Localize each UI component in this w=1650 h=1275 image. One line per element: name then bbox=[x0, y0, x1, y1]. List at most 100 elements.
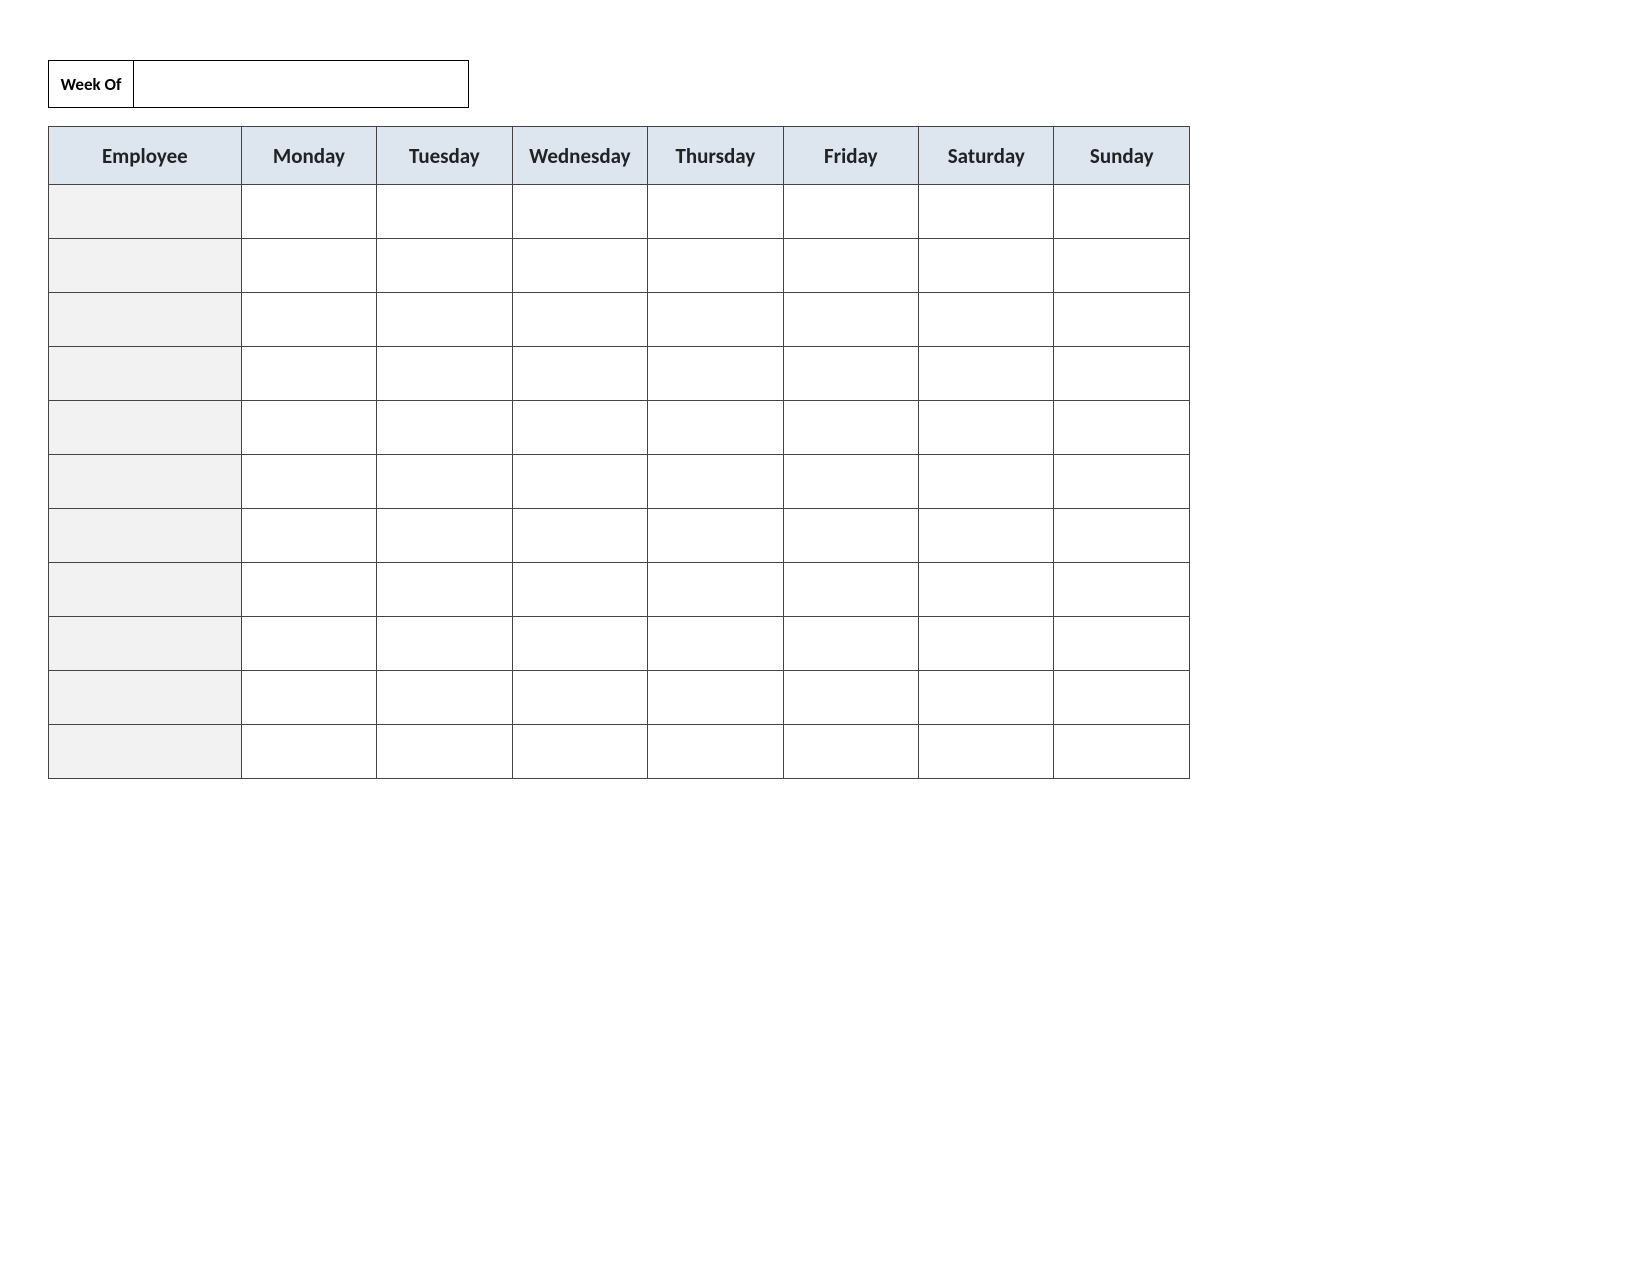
cell-day[interactable] bbox=[919, 347, 1054, 401]
cell-day[interactable] bbox=[241, 347, 376, 401]
cell-day[interactable] bbox=[1054, 617, 1190, 671]
cell-day[interactable] bbox=[648, 617, 783, 671]
cell-day[interactable] bbox=[1054, 239, 1190, 293]
cell-day[interactable] bbox=[783, 563, 918, 617]
week-of-input[interactable] bbox=[134, 60, 469, 108]
cell-day[interactable] bbox=[241, 185, 376, 239]
cell-day[interactable] bbox=[1054, 725, 1190, 779]
cell-day[interactable] bbox=[1054, 671, 1190, 725]
cell-day[interactable] bbox=[648, 671, 783, 725]
cell-day[interactable] bbox=[512, 185, 647, 239]
cell-day[interactable] bbox=[919, 725, 1054, 779]
cell-day[interactable] bbox=[377, 509, 512, 563]
cell-day[interactable] bbox=[919, 455, 1054, 509]
cell-day[interactable] bbox=[377, 563, 512, 617]
cell-day[interactable] bbox=[512, 563, 647, 617]
table-row bbox=[49, 293, 1190, 347]
cell-employee[interactable] bbox=[49, 725, 242, 779]
table-row bbox=[49, 671, 1190, 725]
cell-day[interactable] bbox=[1054, 401, 1190, 455]
cell-employee[interactable] bbox=[49, 401, 242, 455]
cell-day[interactable] bbox=[377, 455, 512, 509]
cell-day[interactable] bbox=[919, 509, 1054, 563]
cell-day[interactable] bbox=[512, 401, 647, 455]
cell-day[interactable] bbox=[648, 401, 783, 455]
cell-day[interactable] bbox=[241, 563, 376, 617]
cell-day[interactable] bbox=[241, 293, 376, 347]
cell-employee[interactable] bbox=[49, 455, 242, 509]
cell-day[interactable] bbox=[919, 617, 1054, 671]
table-row bbox=[49, 509, 1190, 563]
cell-employee[interactable] bbox=[49, 509, 242, 563]
table-row bbox=[49, 455, 1190, 509]
col-sunday: Sunday bbox=[1054, 127, 1190, 185]
cell-day[interactable] bbox=[648, 509, 783, 563]
cell-day[interactable] bbox=[648, 455, 783, 509]
cell-day[interactable] bbox=[783, 455, 918, 509]
cell-day[interactable] bbox=[919, 563, 1054, 617]
cell-day[interactable] bbox=[241, 671, 376, 725]
cell-day[interactable] bbox=[919, 401, 1054, 455]
cell-day[interactable] bbox=[1054, 293, 1190, 347]
cell-day[interactable] bbox=[377, 725, 512, 779]
cell-day[interactable] bbox=[919, 239, 1054, 293]
cell-day[interactable] bbox=[648, 563, 783, 617]
cell-day[interactable] bbox=[1054, 509, 1190, 563]
cell-employee[interactable] bbox=[49, 293, 242, 347]
cell-day[interactable] bbox=[783, 671, 918, 725]
cell-day[interactable] bbox=[783, 617, 918, 671]
cell-day[interactable] bbox=[377, 617, 512, 671]
cell-day[interactable] bbox=[783, 509, 918, 563]
cell-day[interactable] bbox=[783, 401, 918, 455]
cell-day[interactable] bbox=[512, 455, 647, 509]
table-row bbox=[49, 347, 1190, 401]
cell-day[interactable] bbox=[241, 455, 376, 509]
cell-day[interactable] bbox=[783, 293, 918, 347]
cell-day[interactable] bbox=[512, 725, 647, 779]
cell-employee[interactable] bbox=[49, 347, 242, 401]
cell-day[interactable] bbox=[377, 401, 512, 455]
col-employee: Employee bbox=[49, 127, 242, 185]
cell-day[interactable] bbox=[512, 239, 647, 293]
cell-employee[interactable] bbox=[49, 185, 242, 239]
cell-day[interactable] bbox=[648, 293, 783, 347]
cell-day[interactable] bbox=[377, 347, 512, 401]
cell-day[interactable] bbox=[512, 671, 647, 725]
cell-day[interactable] bbox=[512, 509, 647, 563]
cell-day[interactable] bbox=[512, 293, 647, 347]
cell-day[interactable] bbox=[783, 725, 918, 779]
cell-day[interactable] bbox=[377, 239, 512, 293]
cell-day[interactable] bbox=[783, 239, 918, 293]
table-row bbox=[49, 185, 1190, 239]
cell-employee[interactable] bbox=[49, 239, 242, 293]
table-row bbox=[49, 401, 1190, 455]
cell-day[interactable] bbox=[241, 401, 376, 455]
cell-day[interactable] bbox=[1054, 347, 1190, 401]
cell-day[interactable] bbox=[919, 185, 1054, 239]
cell-employee[interactable] bbox=[49, 563, 242, 617]
cell-day[interactable] bbox=[648, 239, 783, 293]
week-of-row: Week Of bbox=[48, 60, 1602, 108]
cell-day[interactable] bbox=[512, 347, 647, 401]
cell-day[interactable] bbox=[377, 671, 512, 725]
cell-day[interactable] bbox=[648, 725, 783, 779]
cell-day[interactable] bbox=[241, 725, 376, 779]
cell-day[interactable] bbox=[241, 239, 376, 293]
cell-day[interactable] bbox=[648, 347, 783, 401]
cell-day[interactable] bbox=[241, 617, 376, 671]
cell-day[interactable] bbox=[1054, 185, 1190, 239]
cell-day[interactable] bbox=[783, 185, 918, 239]
cell-day[interactable] bbox=[241, 509, 376, 563]
cell-day[interactable] bbox=[1054, 455, 1190, 509]
cell-day[interactable] bbox=[377, 185, 512, 239]
cell-day[interactable] bbox=[377, 293, 512, 347]
cell-day[interactable] bbox=[1054, 563, 1190, 617]
cell-day[interactable] bbox=[783, 347, 918, 401]
cell-day[interactable] bbox=[512, 617, 647, 671]
cell-employee[interactable] bbox=[49, 671, 242, 725]
col-wednesday: Wednesday bbox=[512, 127, 647, 185]
cell-employee[interactable] bbox=[49, 617, 242, 671]
cell-day[interactable] bbox=[919, 671, 1054, 725]
cell-day[interactable] bbox=[919, 293, 1054, 347]
cell-day[interactable] bbox=[648, 185, 783, 239]
